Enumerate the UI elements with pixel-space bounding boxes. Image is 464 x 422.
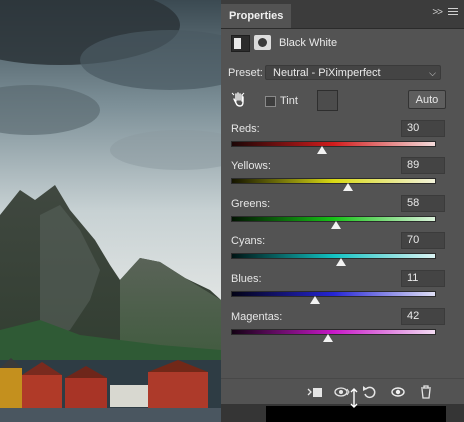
delete-icon[interactable] [418,384,434,400]
tint-row: Tint Auto [231,90,457,112]
adjustment-header: Black White [231,35,461,53]
slider-value-input[interactable]: 11 [401,270,445,287]
preset-label: Preset: [228,67,263,79]
status-strip-dark [266,406,446,422]
slider-magentas: Magentas: 42 [231,308,445,344]
slider-value-input[interactable]: 89 [401,157,445,174]
slider-cyans: Cyans: 70 [231,232,445,268]
slider-thumb[interactable] [317,146,327,154]
slider-value-input[interactable]: 30 [401,120,445,137]
preset-row: Preset: Neutral - PiXimperfect ⌵ [228,65,458,83]
slider-thumb[interactable] [336,258,346,266]
slider-yellows: Yellows: 89 [231,157,445,193]
slider-label: Yellows: [231,160,271,172]
chevron-down-icon: ⌵ [429,68,436,78]
slider-value-input[interactable]: 58 [401,195,445,212]
landscape-photo [0,0,221,422]
preset-dropdown[interactable]: Neutral - PiXimperfect ⌵ [265,65,441,80]
slider-value-input[interactable]: 42 [401,308,445,325]
slider-thumb[interactable] [343,183,353,191]
tint-color-swatch[interactable] [317,90,338,111]
slider-label: Greens: [231,198,271,210]
slider-value-input[interactable]: 70 [401,232,445,249]
reset-icon[interactable] [362,384,378,400]
slider-track[interactable] [231,141,436,147]
slider-track[interactable] [231,178,436,184]
cursor-icon [350,388,358,408]
panel-menu-icon[interactable] [448,8,458,16]
slider-label: Cyans: [231,235,266,247]
slider-track[interactable] [231,291,436,297]
tint-label: Tint [280,95,298,107]
slider-thumb[interactable] [331,221,341,229]
targeted-adjustment-hand-icon[interactable] [231,92,247,108]
slider-thumb[interactable] [323,334,333,342]
slider-blues: Blues: 11 [231,270,445,306]
clip-to-layer-icon[interactable] [307,384,323,400]
slider-greens: Greens: 58 [231,195,445,231]
slider-label: Magentas: [231,311,283,323]
auto-button[interactable]: Auto [408,90,446,109]
slider-thumb[interactable] [310,296,320,304]
slider-reds: Reds: 30 [231,120,445,156]
adjustment-title: Black White [279,37,338,49]
slider-track[interactable] [231,329,436,335]
view-previous-state-icon[interactable] [334,384,350,400]
tint-checkbox[interactable] [265,96,276,107]
preset-value: Neutral - PiXimperfect [273,67,381,79]
tab-properties[interactable]: Properties [221,4,292,28]
properties-panel: Properties >> Black White Preset: Neutra… [221,0,464,422]
adjustment-layer-icon[interactable] [231,35,250,52]
photo-canvas[interactable] [0,0,221,422]
panel-tab-bar: Properties >> [221,0,464,29]
slider-label: Blues: [231,273,262,285]
panel-bottom-toolbar [221,378,464,405]
mask-icon[interactable] [254,35,271,50]
visibility-icon[interactable] [390,384,406,400]
slider-track[interactable] [231,253,436,259]
collapse-panel-icon[interactable]: >> [432,7,443,18]
slider-label: Reds: [231,123,260,135]
